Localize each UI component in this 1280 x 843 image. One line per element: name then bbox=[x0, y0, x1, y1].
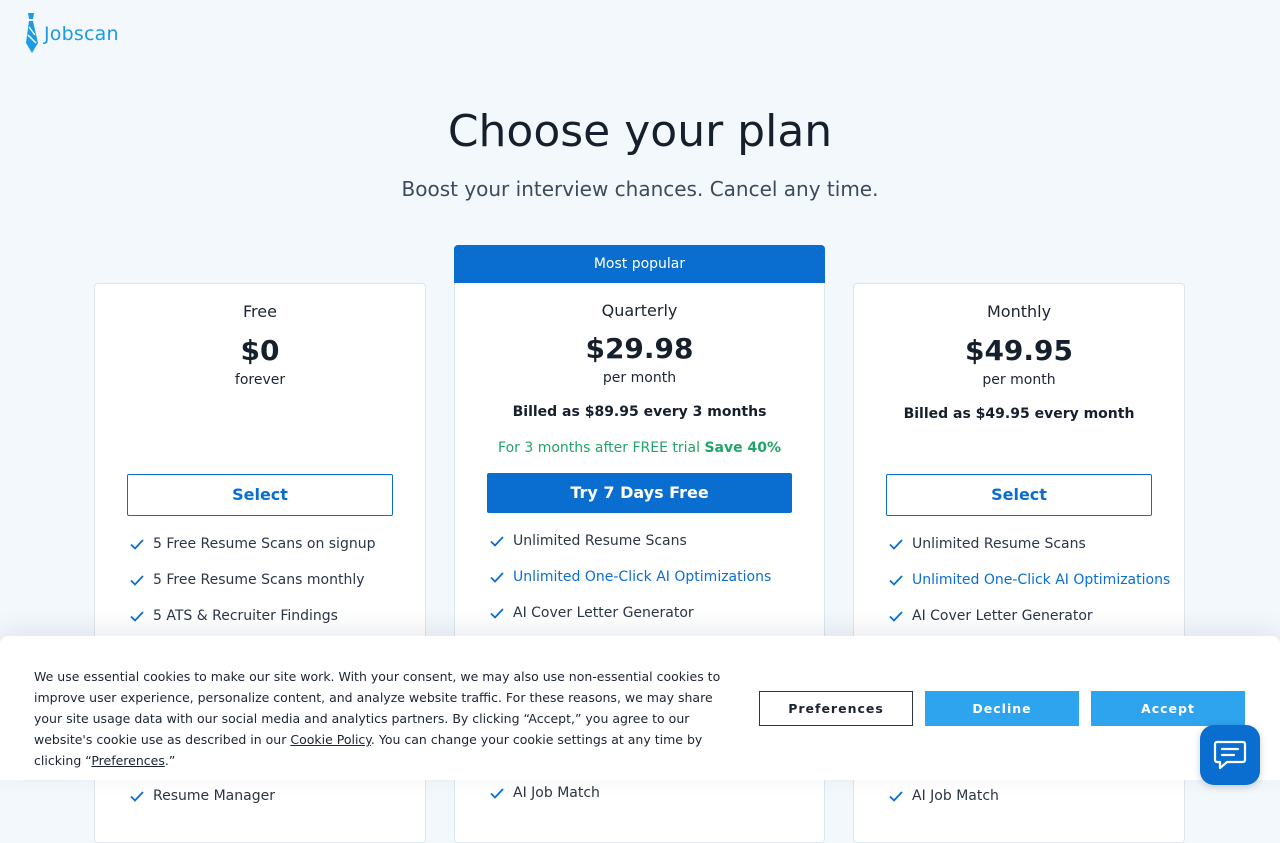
billing-note: Billed as $49.95 every month bbox=[903, 406, 1135, 422]
select-free-button[interactable]: Select bbox=[127, 474, 393, 516]
cookie-text: We use essential cookies to make our sit… bbox=[34, 669, 721, 768]
feature-item: AI Job Match bbox=[489, 775, 600, 811]
feature-item: 5 ATS & Recruiter Findings bbox=[129, 598, 375, 634]
plan-name: Quarterly bbox=[601, 301, 678, 320]
check-icon bbox=[130, 575, 144, 586]
check-icon bbox=[889, 611, 903, 622]
feature-item: 5 Free Resume Scans on signup bbox=[129, 526, 375, 562]
feature-item-ai-optimizations[interactable]: Unlimited One-Click AI Optimizations bbox=[489, 559, 771, 595]
check-icon bbox=[490, 536, 504, 547]
page-subtitle: Boost your interview chances. Cancel any… bbox=[401, 177, 879, 201]
save-badge: Save 40% bbox=[704, 440, 781, 456]
cookie-accept-button[interactable]: Accept bbox=[1091, 691, 1245, 726]
check-icon bbox=[889, 791, 903, 802]
page-title: Choose your plan bbox=[447, 106, 833, 157]
most-popular-badge: Most popular bbox=[454, 245, 825, 283]
feature-item-ai-optimizations[interactable]: Unlimited One-Click AI Optimizations bbox=[888, 562, 1170, 598]
plan-name: Monthly bbox=[986, 302, 1052, 321]
cookie-preferences-button[interactable]: Preferences bbox=[759, 691, 913, 726]
feature-item: 5 Free Resume Scans monthly bbox=[129, 562, 375, 598]
cookie-decline-button[interactable]: Decline bbox=[925, 691, 1079, 726]
feature-item: AI Cover Letter Generator bbox=[489, 595, 771, 631]
plan-period: per month bbox=[602, 370, 677, 386]
chat-icon bbox=[1213, 740, 1247, 770]
preferences-link[interactable]: Preferences bbox=[91, 753, 165, 768]
plan-price: $29.98 bbox=[585, 332, 694, 365]
plan-price: $0 bbox=[240, 334, 280, 367]
check-icon bbox=[130, 611, 144, 622]
try-free-button[interactable]: Try 7 Days Free bbox=[487, 473, 792, 513]
check-icon bbox=[490, 572, 504, 583]
check-icon bbox=[490, 608, 504, 619]
feature-item: AI Job Match bbox=[888, 778, 999, 814]
feature-item: Unlimited Resume Scans bbox=[489, 523, 771, 559]
feature-item: Unlimited Resume Scans bbox=[888, 526, 1170, 562]
jobscan-logo[interactable]: Jobscan bbox=[24, 13, 119, 53]
plan-period: per month bbox=[982, 372, 1056, 388]
plan-period: forever bbox=[234, 372, 286, 388]
billing-note: Billed as $89.95 every 3 months bbox=[512, 404, 767, 420]
check-icon bbox=[889, 575, 903, 586]
trial-note: For 3 months after FREE trial Save 40% bbox=[498, 440, 781, 456]
select-monthly-button[interactable]: Select bbox=[886, 474, 1152, 516]
logo-text: Jobscan bbox=[44, 23, 119, 45]
cookie-policy-link[interactable]: Cookie Policy bbox=[290, 732, 371, 747]
check-icon bbox=[130, 791, 144, 802]
feature-item: AI Cover Letter Generator bbox=[888, 598, 1170, 634]
feature-list: 5 Free Resume Scans on signup 5 Free Res… bbox=[129, 526, 375, 634]
feature-item: Resume Manager bbox=[129, 778, 275, 814]
chat-button[interactable] bbox=[1200, 725, 1260, 785]
plan-name: Free bbox=[243, 302, 277, 321]
cookie-banner: We use essential cookies to make our sit… bbox=[0, 636, 1280, 780]
feature-list: Unlimited Resume Scans Unlimited One-Cli… bbox=[888, 526, 1170, 634]
feature-list-lower: AI Job Match bbox=[489, 775, 600, 811]
check-icon bbox=[130, 539, 144, 550]
check-icon bbox=[490, 788, 504, 799]
check-icon bbox=[889, 539, 903, 550]
feature-list-lower: AI Job Match bbox=[888, 778, 999, 814]
plan-price: $49.95 bbox=[964, 334, 1074, 367]
feature-list-lower: Resume Manager bbox=[129, 778, 275, 814]
feature-list: Unlimited Resume Scans Unlimited One-Cli… bbox=[489, 523, 771, 631]
tie-icon bbox=[26, 13, 38, 53]
